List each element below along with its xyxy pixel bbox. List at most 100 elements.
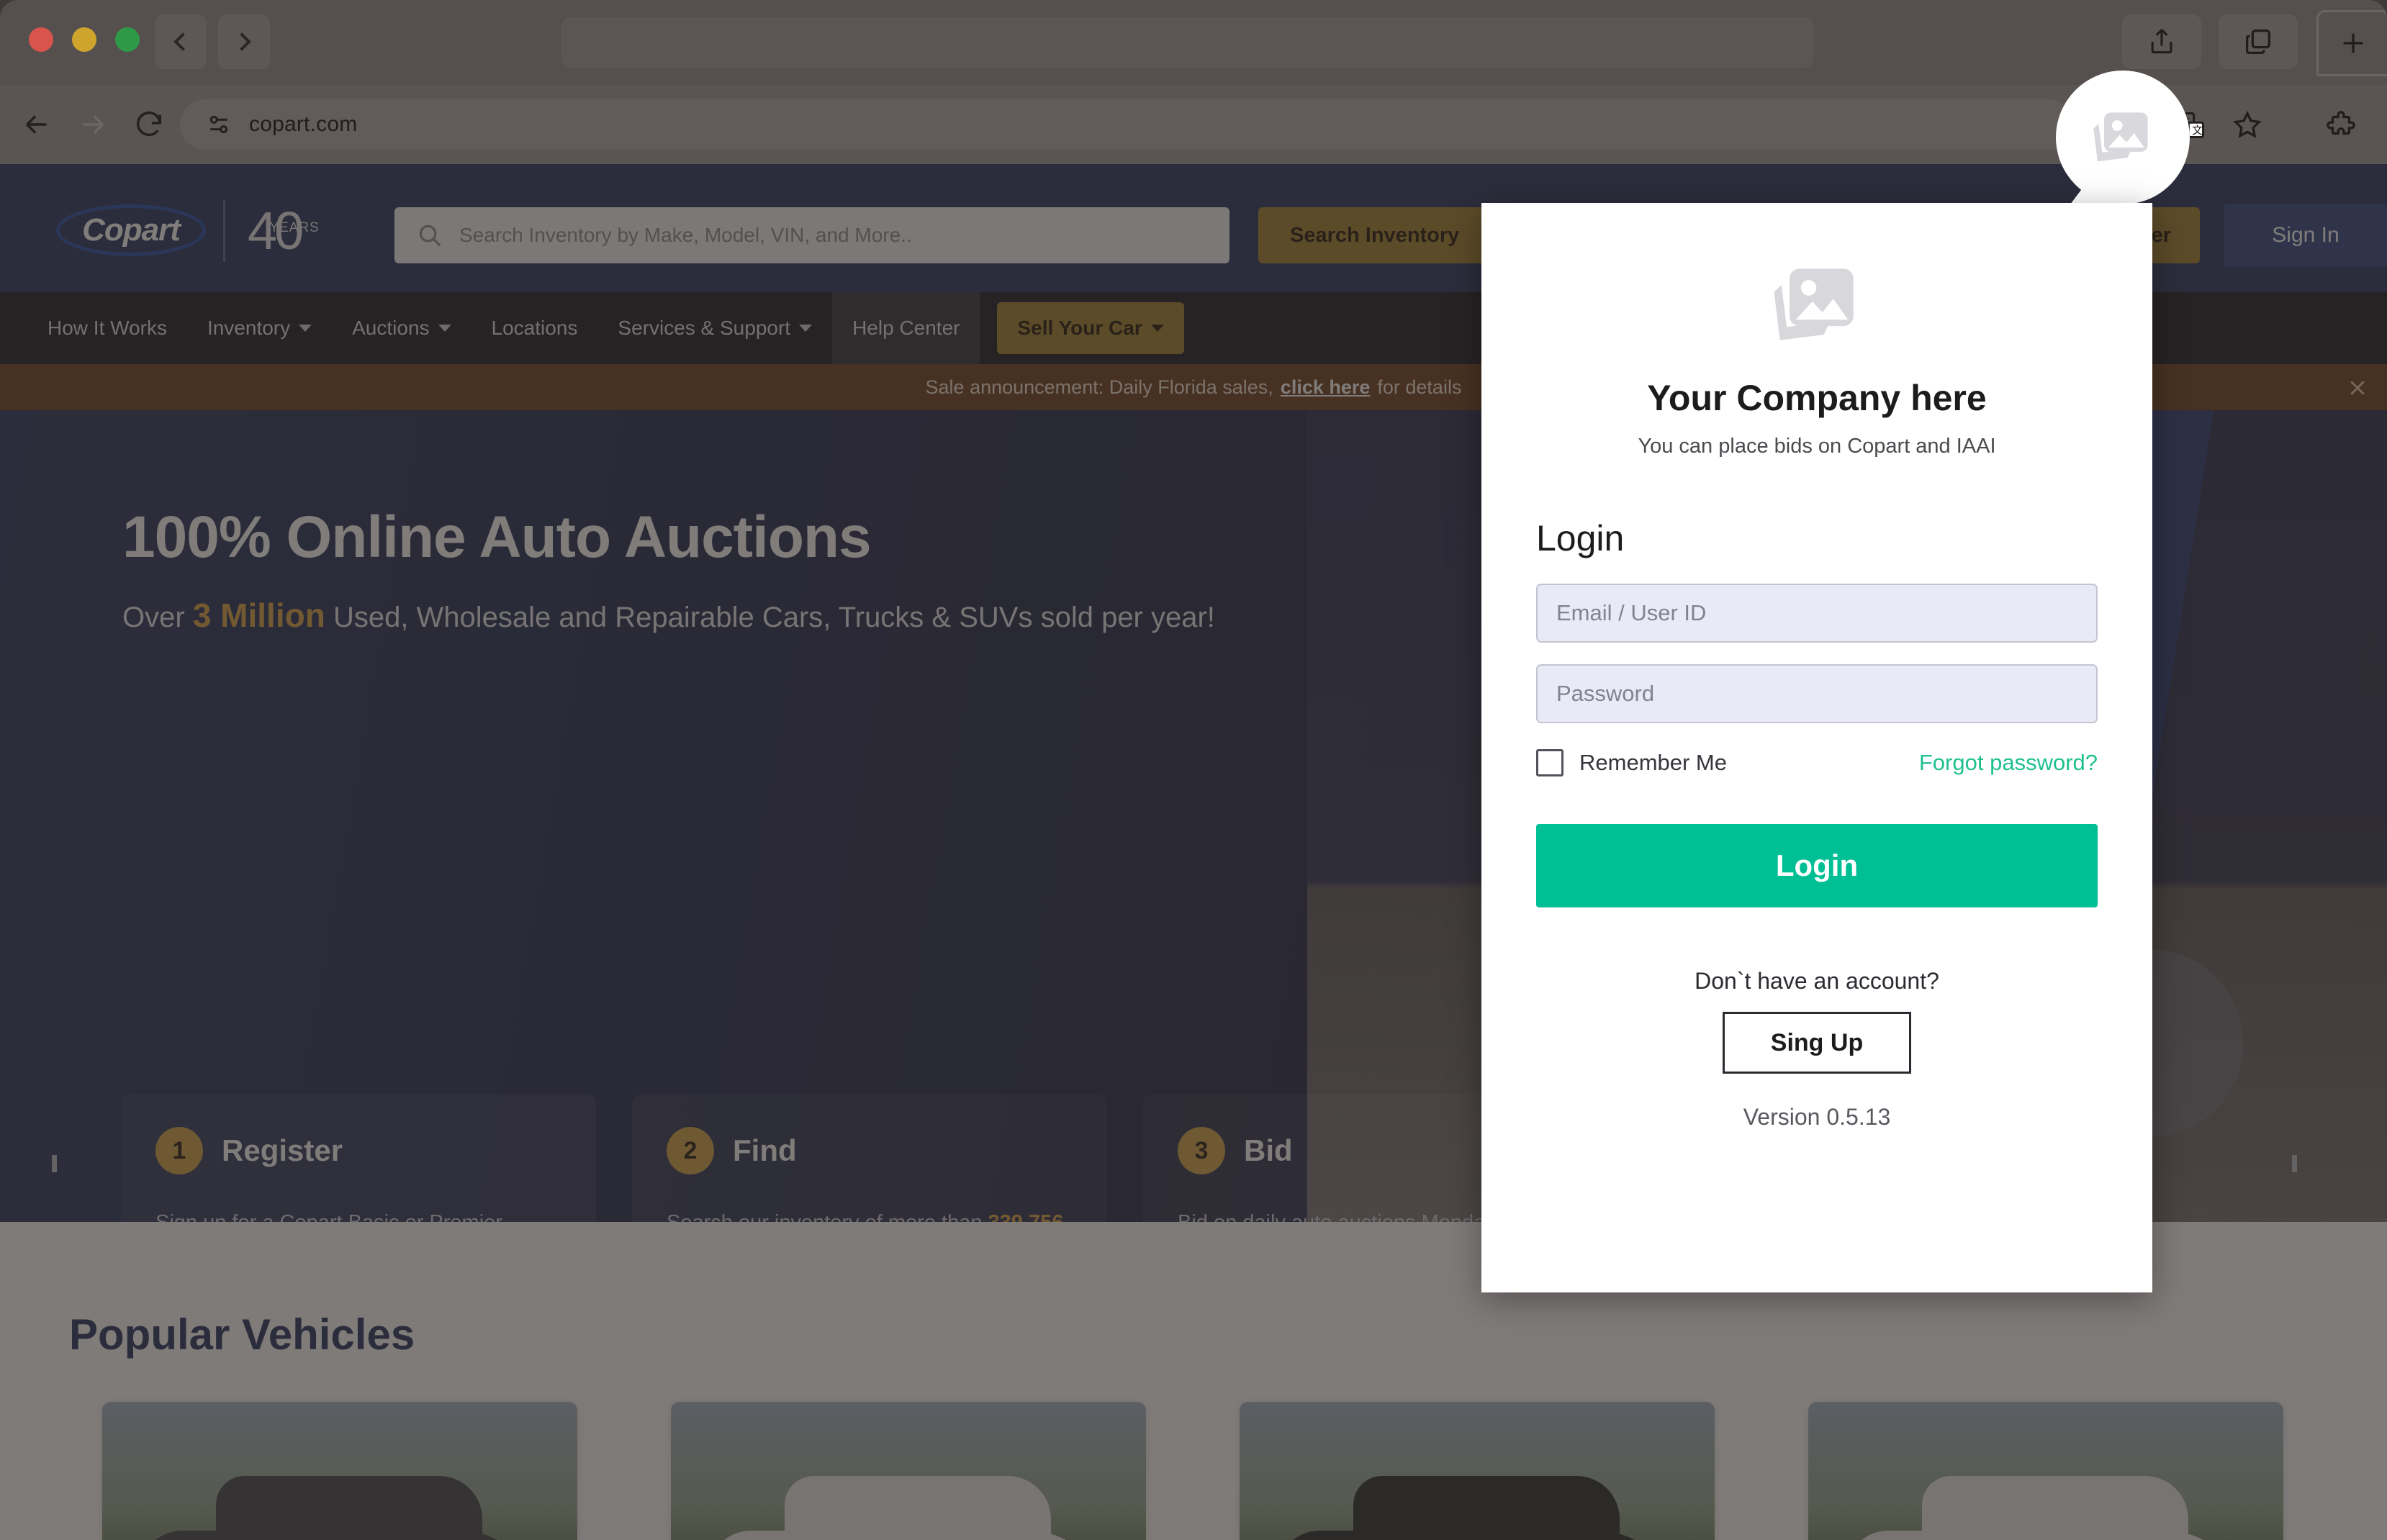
anniversary-badge: 40 YEARS (248, 200, 320, 261)
popup-pointer-arrow (2068, 167, 2129, 207)
close-window-button[interactable] (29, 27, 53, 52)
step-header: 1 Register (155, 1127, 343, 1174)
step-title: Register (222, 1133, 343, 1167)
hero-headline: 100% Online Auto Auctions (122, 504, 872, 570)
history-back-button[interactable] (155, 14, 207, 69)
new-tab-button[interactable] (2316, 10, 2387, 76)
chevron-down-icon (799, 325, 813, 332)
back-button[interactable] (16, 104, 58, 145)
chevron-left-icon (173, 32, 192, 51)
image-placeholder-icon (1774, 268, 1854, 340)
star-icon (2233, 111, 2262, 138)
tab-strip (0, 0, 2387, 85)
remember-me-checkbox[interactable] (1536, 749, 1563, 776)
chevron-right-icon (2292, 1155, 2297, 1172)
announcement-link[interactable]: click here (1281, 376, 1371, 399)
popup-logo (1481, 203, 2152, 360)
chevron-left-icon (52, 1155, 57, 1172)
share-button[interactable] (2122, 14, 2201, 69)
email-field[interactable]: Email / User ID (1536, 584, 2098, 643)
nav-label: Locations (491, 317, 578, 339)
step-title: Bid (1244, 1133, 1293, 1167)
nav-item-how-it-works[interactable]: How It Works (27, 292, 187, 364)
copart-logo[interactable]: Copart (56, 204, 206, 256)
site-settings-icon[interactable] (204, 110, 233, 139)
step-body-prefix: Search our inventory of more than (667, 1211, 982, 1222)
company-tagline: You can place bids on Copart and IAAI (1638, 435, 1996, 458)
nav-item-help-center[interactable]: Help Center (832, 292, 980, 364)
vehicle-card[interactable] (102, 1402, 577, 1540)
email-placeholder: Email / User ID (1556, 600, 1707, 625)
maximize-window-button[interactable] (115, 27, 140, 52)
vehicle-card[interactable] (1240, 1402, 1715, 1540)
login-heading: Login (1536, 518, 1625, 558)
vehicle-card[interactable] (1808, 1402, 2283, 1540)
extensions-button[interactable] (2321, 105, 2361, 145)
remember-me-group[interactable]: Remember Me (1536, 749, 1727, 776)
logo-divider (223, 200, 225, 262)
browser-window: copart.com G 文 Copart (0, 0, 2387, 1540)
arrow-left-icon (26, 115, 47, 134)
step-body-prefix: Sign up for a Copart Basic or Premier Me… (155, 1211, 502, 1222)
sign-in-button[interactable]: Sign In (2224, 204, 2387, 266)
chevron-right-icon (233, 32, 251, 51)
step-body-highlight: 339,756 (988, 1211, 1064, 1222)
tab-overview-button[interactable] (2219, 14, 2298, 69)
minimize-window-button[interactable] (72, 27, 96, 52)
nav-label: Auctions (352, 317, 430, 339)
arrow-right-icon (83, 115, 104, 134)
login-options-row: Remember Me Forgot password? (1536, 749, 2098, 776)
hero-sub-suffix: Used, Wholesale and Repairable Cars, Tru… (333, 602, 1215, 633)
login-submit-button[interactable]: Login (1536, 824, 2098, 907)
logo-text: Copart (82, 212, 181, 248)
step-number: 3 (1178, 1127, 1225, 1174)
version-label: Version 0.5.13 (1743, 1104, 1891, 1130)
extension-login-popup: Your Company here You can place bids on … (1481, 203, 2152, 1292)
bookmark-button[interactable] (2227, 105, 2268, 145)
hero-sub-prefix: Over (122, 602, 185, 633)
close-icon[interactable] (2347, 377, 2368, 399)
chevron-down-icon (438, 325, 451, 332)
address-bar[interactable]: copart.com (180, 99, 2073, 150)
password-field[interactable]: Password (1536, 664, 2098, 723)
step-number: 2 (667, 1127, 714, 1174)
share-icon (2151, 29, 2172, 54)
inventory-search-input[interactable]: Search Inventory by Make, Model, VIN, an… (394, 207, 1229, 263)
step-body: Sign up for a Copart Basic or Premier Me… (155, 1208, 567, 1222)
announcement-suffix: for details (1377, 376, 1462, 398)
nav-item-inventory[interactable]: Inventory (187, 292, 332, 364)
signup-button[interactable]: Sing Up (1723, 1012, 1911, 1074)
search-inventory-button[interactable]: Search Inventory (1258, 207, 1492, 263)
nav-item-sell-your-car[interactable]: Sell Your Car (997, 302, 1184, 354)
step-number: 1 (155, 1127, 203, 1174)
puzzle-piece-icon (2327, 111, 2355, 135)
nav-label: Sell Your Car (1017, 317, 1142, 339)
step-body: Search our inventory of more than 339,75… (667, 1208, 1078, 1222)
step-card-register: 1 Register Sign up for a Copart Basic or… (121, 1094, 596, 1222)
nav-label: How It Works (48, 317, 167, 339)
browser-tab[interactable] (561, 17, 1814, 68)
forward-button[interactable] (72, 104, 114, 145)
step-header: 3 Bid (1178, 1127, 1293, 1174)
history-forward-button[interactable] (218, 14, 270, 69)
step-title: Find (733, 1133, 797, 1167)
carousel-next-button[interactable] (2292, 1155, 2335, 1198)
forgot-password-link[interactable]: Forgot password? (1919, 750, 2098, 776)
plus-icon (2343, 33, 2363, 53)
nav-item-services-support[interactable]: Services & Support (597, 292, 832, 364)
announcement-prefix: Sale announcement: Daily Florida sales, (925, 376, 1273, 398)
nav-item-locations[interactable]: Locations (471, 292, 598, 364)
address-bar-row: copart.com G 文 (0, 85, 2387, 164)
reload-icon (136, 111, 162, 136)
svg-text:文: 文 (2192, 124, 2203, 137)
vehicle-photo (102, 1402, 577, 1540)
password-placeholder: Password (1556, 681, 1655, 706)
logo-oval: Copart (56, 204, 206, 256)
vehicle-photo (671, 1402, 1146, 1540)
carousel-prev-button[interactable] (52, 1155, 95, 1198)
hero-sub-highlight: 3 Million (192, 597, 325, 634)
nav-label: Services & Support (618, 317, 791, 339)
vehicle-card[interactable] (671, 1402, 1146, 1540)
reload-button[interactable] (128, 104, 170, 145)
nav-item-auctions[interactable]: Auctions (332, 292, 471, 364)
